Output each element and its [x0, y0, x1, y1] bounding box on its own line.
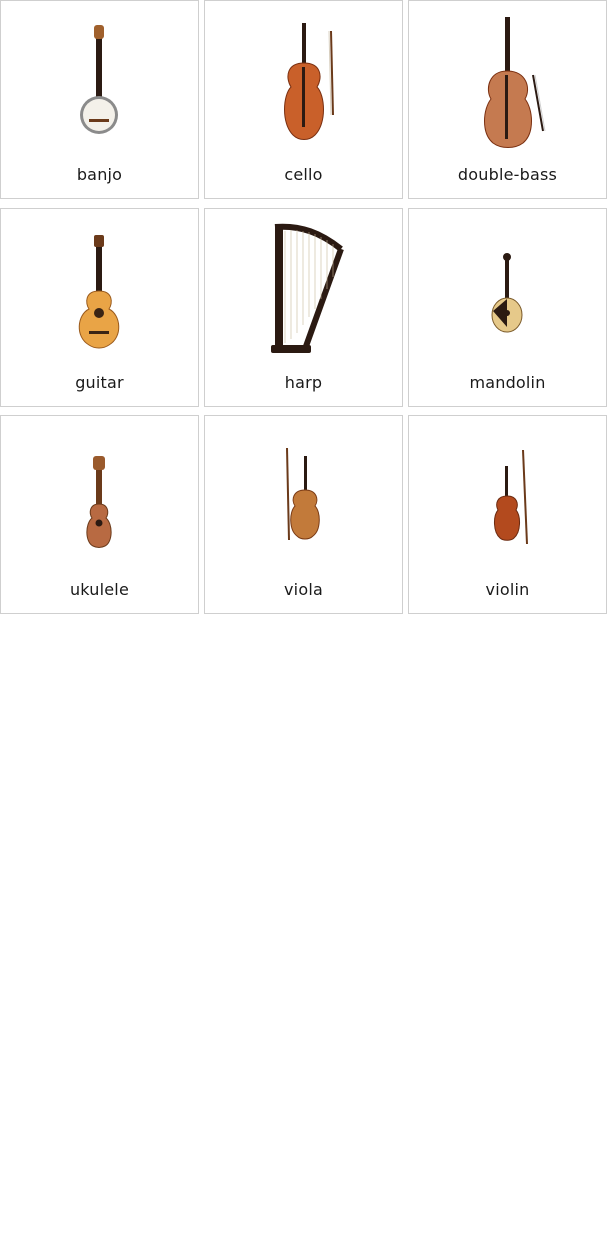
instrument-card-viola: viola	[204, 415, 403, 614]
viola-icon	[286, 447, 320, 541]
instrument-card-harp: harp	[204, 208, 403, 407]
instrument-label: banjo	[76, 165, 123, 184]
instrument-card-guitar: guitar	[0, 208, 199, 407]
instrument-label: ukulele	[69, 580, 130, 599]
instrument-label: cello	[284, 165, 323, 184]
mandolin-icon	[491, 253, 523, 333]
instrument-label: guitar	[75, 373, 124, 392]
instrument-label: mandolin	[469, 373, 546, 392]
instrument-card-violin: violin	[408, 415, 607, 614]
instrument-card-double-bass: double-bass	[408, 0, 607, 199]
cello-icon	[284, 23, 334, 140]
instrument-card-cello: cello	[204, 0, 403, 199]
harp-icon	[271, 223, 344, 353]
instrument-label: double-bass	[457, 165, 558, 184]
guitar-icon	[78, 235, 120, 349]
violin-icon	[494, 449, 528, 545]
instrument-label: harp	[284, 373, 323, 392]
instrument-card-banjo: banjo	[0, 0, 199, 199]
instrument-label: viola	[284, 580, 323, 599]
banjo-icon	[80, 25, 118, 134]
instrument-card-mandolin: mandolin	[408, 208, 607, 407]
instrument-label: violin	[485, 580, 530, 599]
instrument-card-grid: banjo cello double-bass guitar harp mand…	[0, 0, 610, 616]
ukulele-icon	[86, 456, 112, 548]
double-bass-icon	[484, 17, 546, 148]
instrument-card-ukulele: ukulele	[0, 415, 199, 614]
